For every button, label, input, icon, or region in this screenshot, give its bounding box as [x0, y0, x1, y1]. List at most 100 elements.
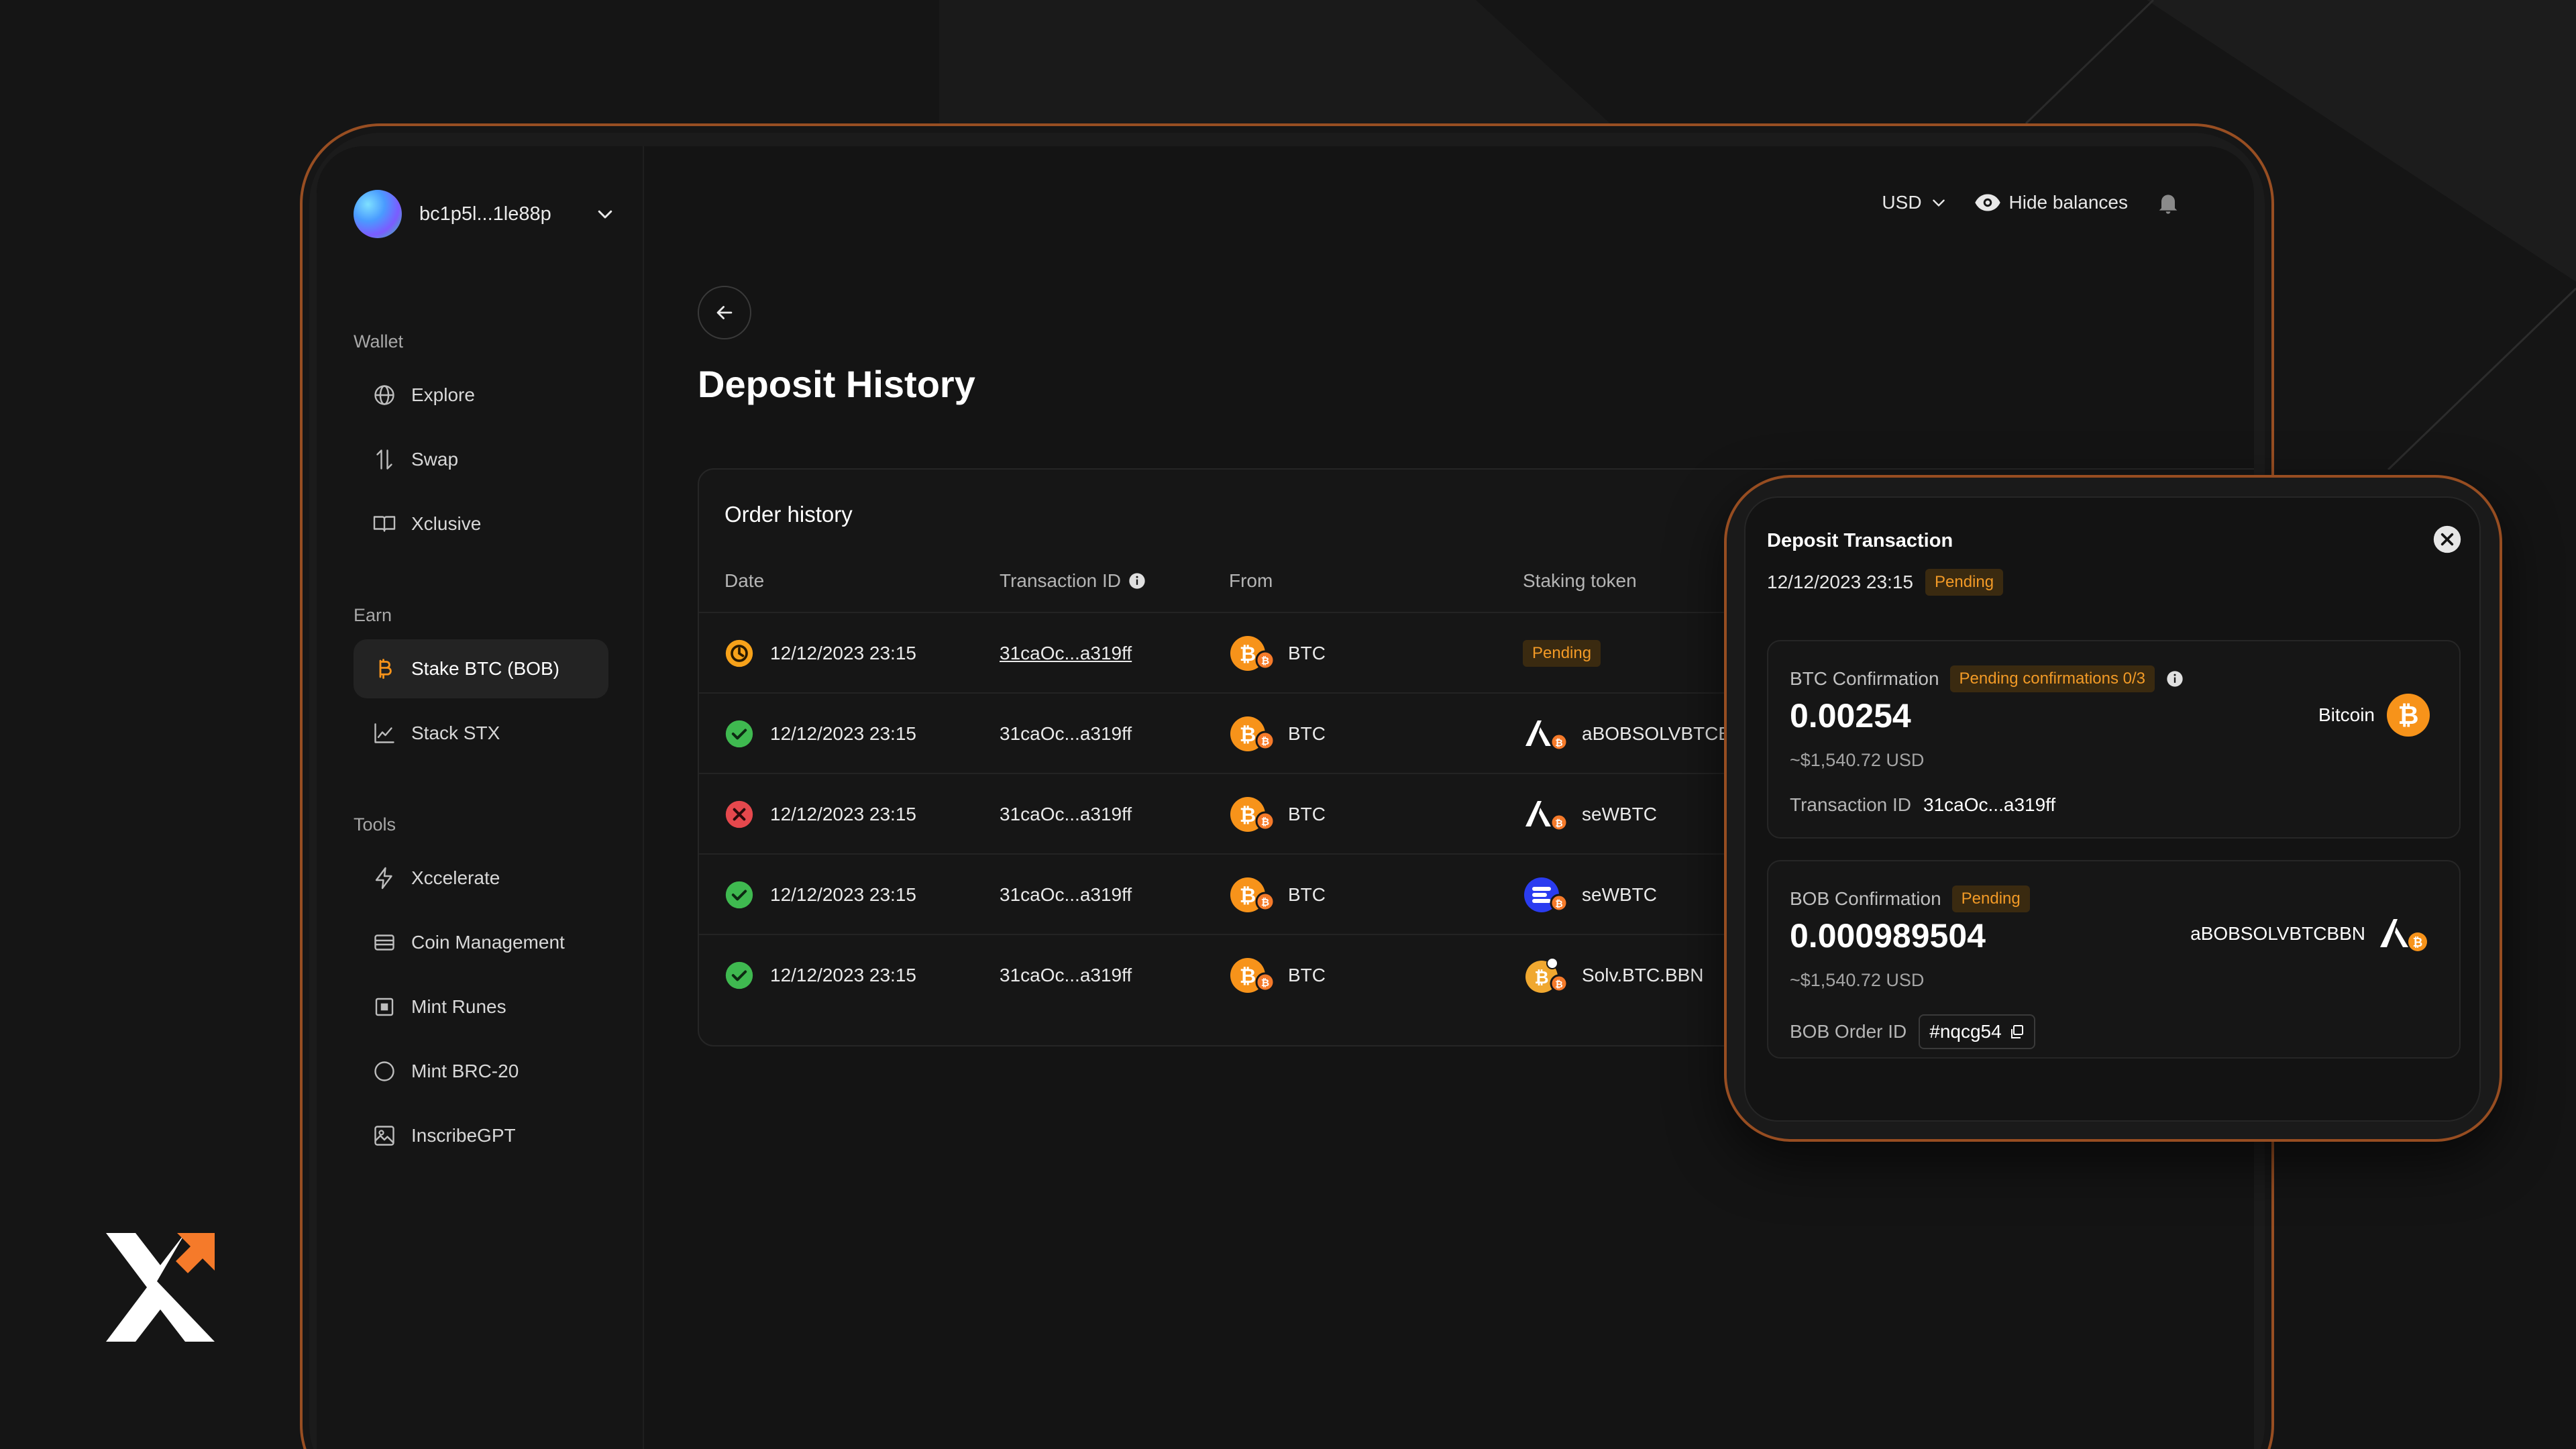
from-token-name: BTC [1288, 965, 1326, 985]
sidebar-item-xccelerate[interactable]: Xccelerate [354, 849, 608, 908]
sidebar-item-explore[interactable]: Explore [354, 366, 608, 425]
sidebar-item-mint-brc20[interactable]: Mint BRC-20 [354, 1042, 608, 1101]
transaction-id[interactable]: 31caOc...a319ff [1923, 794, 2055, 816]
btc-coin-icon: ₿ ₿ [1230, 716, 1275, 751]
info-icon[interactable] [2165, 669, 2184, 688]
from-cell: ₿ ₿ BTC [1229, 774, 1326, 855]
bitcoin-icon [379, 659, 392, 679]
sidebar-item-label: Xccelerate [411, 867, 500, 888]
column-header-label: From [1229, 570, 1273, 591]
avatar [354, 190, 402, 238]
transaction-id-link[interactable]: 31caOc...a319ff [1000, 965, 1132, 986]
failed-status-icon [725, 800, 753, 828]
bob-asset: aBOBSOLVBTCBBN ₿ [2190, 914, 2430, 954]
status-badge: Pending [1951, 885, 2030, 912]
section-label-wallet: Wallet [354, 331, 404, 352]
sidebar-item-stack-stx[interactable]: Stack STX [354, 704, 608, 763]
account-address: bc1p5l...1le88p [419, 203, 551, 225]
segment-token-icon: ₿ [1524, 877, 1568, 912]
transaction-id-link[interactable]: 31caOc...a319ff [1000, 723, 1132, 745]
staking-token-cell: ₿ seWBTC [1523, 855, 1657, 935]
from-token-name: BTC [1288, 804, 1326, 824]
bitcoin-icon: ₿ [2387, 694, 2430, 737]
pending-status-icon [725, 639, 753, 667]
order-id: #nqcg54 [1929, 1021, 2002, 1042]
btc-coin-icon: ₿ ₿ [1230, 797, 1275, 832]
btc-coin-icon: ₿ ₿ [1230, 636, 1275, 671]
svg-text:₿: ₿ [2413, 936, 2423, 949]
avalon-token-icon: ₿ [2380, 919, 2427, 951]
solv-token-icon: ₿ ₿ [1525, 957, 1568, 993]
sidebar-item-xclusive[interactable]: Xclusive [354, 494, 608, 553]
transaction-id-link[interactable]: 31caOc...a319ff [1000, 884, 1132, 906]
btc-confirmation-label-row: BTC Confirmation Pending confirmations 0… [1790, 665, 2184, 692]
book-icon [373, 516, 396, 532]
transaction-id-link[interactable]: 31caOc...a319ff [1000, 804, 1132, 825]
brand-logo [106, 1233, 215, 1342]
currency-selector[interactable]: USD [1882, 192, 1947, 213]
wallet-icon [374, 934, 394, 951]
copy-icon [2010, 1025, 2023, 1038]
txid-cell: 31caOc...a319ff [1000, 935, 1132, 1016]
sidebar-item-label: InscribeGPT [411, 1125, 516, 1146]
btc-asset: Bitcoin ₿ [2318, 694, 2430, 737]
svg-text:₿: ₿ [1240, 965, 1256, 987]
from-token-name: BTC [1288, 884, 1326, 905]
svg-text:₿: ₿ [1555, 898, 1562, 909]
sidebar-item-inscribegpt[interactable]: InscribeGPT [354, 1106, 608, 1165]
bob-confirmation-label: BOB Confirmation [1790, 888, 1941, 909]
avalon-token-icon: ₿ [1525, 720, 1568, 751]
bob-confirmation-card: BOB Confirmation Pending 0.000989504 ~$1… [1767, 860, 2461, 1059]
column-header-label: Transaction ID [1000, 570, 1122, 591]
success-status-icon [725, 720, 753, 748]
modal-date-row: 12/12/2023 23:15 Pending [1767, 569, 2004, 596]
from-cell: ₿ ₿ BTC [1229, 855, 1326, 935]
sidebar-item-label: Stake BTC (BOB) [411, 658, 559, 679]
square-icon [375, 998, 394, 1016]
svg-text:₿: ₿ [1240, 724, 1256, 746]
back-button[interactable] [698, 286, 751, 339]
sidebar-item-label: Coin Management [411, 932, 565, 953]
modal-title: Deposit Transaction [1767, 530, 1953, 551]
close-icon[interactable] [2432, 525, 2462, 554]
chart-icon [374, 723, 394, 743]
btc-amount: 0.00254 [1790, 697, 1911, 735]
btc-transaction-row: Transaction ID 31caOc...a319ff [1790, 794, 2055, 816]
staking-token-name: seWBTC [1582, 804, 1657, 824]
bolt-icon [375, 867, 392, 890]
swap-icon [376, 449, 392, 470]
status-badge: Pending confirmations 0/3 [1949, 665, 2155, 692]
sidebar-item-coin-management[interactable]: Coin Management [354, 913, 608, 972]
svg-text:₿: ₿ [1555, 818, 1562, 828]
staking-token-cell: ₿ aBOBSOLVBTCBBN [1523, 694, 1757, 774]
bell-icon[interactable] [2155, 189, 2182, 216]
from-cell: ₿ ₿ BTC [1229, 694, 1326, 774]
btc-confirmation-card: BTC Confirmation Pending confirmations 0… [1767, 640, 2461, 839]
column-header-staking-token: Staking token [1523, 570, 1637, 592]
svg-text:₿: ₿ [1261, 977, 1269, 989]
hide-balances-toggle[interactable]: Hide balances [1974, 192, 2128, 213]
page-title: Deposit History [698, 363, 975, 405]
bob-amount: 0.000989504 [1790, 917, 1986, 955]
staking-token-cell: ₿ ₿ Solv.BTC.BBN [1523, 935, 1704, 1016]
svg-text:₿: ₿ [1261, 816, 1269, 828]
sidebar-item-label: Swap [411, 449, 459, 470]
status-badge: Pending [1523, 640, 1601, 667]
image-icon [374, 1126, 394, 1146]
sidebar-item-mint-runes[interactable]: Mint Runes [354, 977, 608, 1036]
sidebar-item-label: Explore [411, 384, 475, 405]
sidebar-item-stake-btc[interactable]: Stake BTC (BOB) [354, 639, 608, 698]
sidebar-item-swap[interactable]: Swap [354, 430, 608, 489]
info-icon[interactable] [1128, 572, 1146, 590]
order-date: 12/12/2023 23:15 [770, 723, 916, 744]
order-history-title: Order history [724, 502, 853, 527]
order-id-copy-button[interactable]: #nqcg54 [1919, 1014, 2035, 1049]
txid-cell: 31caOc...a319ff [1000, 774, 1132, 855]
date-cell: 12/12/2023 23:15 [724, 694, 916, 774]
account-switcher[interactable]: bc1p5l...1le88p [354, 189, 615, 239]
date-cell: 12/12/2023 23:15 [724, 855, 916, 935]
sidebar-item-label: Mint BRC-20 [411, 1061, 519, 1081]
sidebar-item-label: Stack STX [411, 722, 500, 743]
transaction-id-link[interactable]: 31caOc...a319ff [1000, 643, 1132, 664]
btc-confirmation-label: BTC Confirmation [1790, 668, 1939, 689]
